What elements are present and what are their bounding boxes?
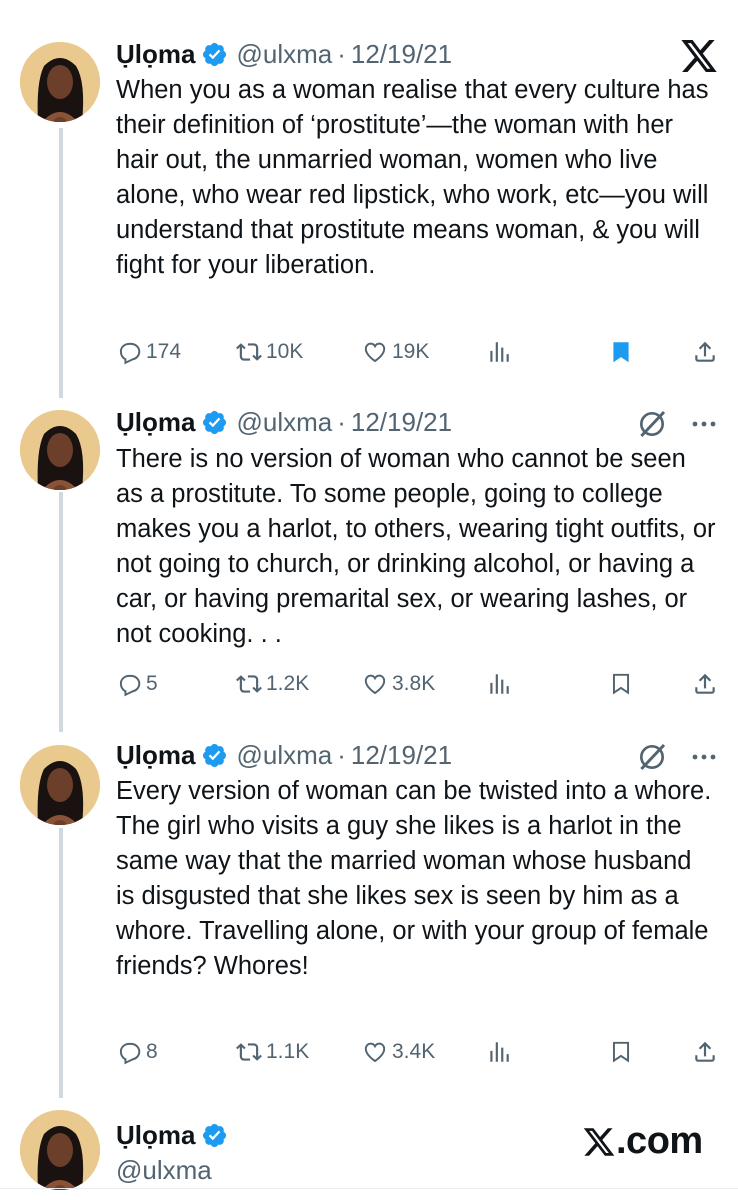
tweet-actions: 8 1.1K 3.4K <box>116 1036 722 1068</box>
author-name[interactable]: Ụlọma <box>116 39 195 70</box>
avatar[interactable] <box>20 410 100 490</box>
like-count: 19K <box>392 340 430 363</box>
tweet-date[interactable]: 12/19/21 <box>351 39 452 70</box>
repost-icon <box>236 675 262 693</box>
heart-icon <box>364 674 386 695</box>
share-icon <box>695 341 715 362</box>
tweet-text: There is no version of woman who cannot … <box>116 445 716 648</box>
repost-button[interactable]: 1.1K <box>236 1036 309 1068</box>
repost-button[interactable]: 10K <box>236 336 303 368</box>
views-icon <box>490 342 509 362</box>
separator-dot: · <box>337 38 346 69</box>
tweet-header: Ụlọma @ulxma · 12/19/21 <box>116 738 452 772</box>
repost-icon <box>236 1043 262 1061</box>
views-button[interactable] <box>486 336 516 368</box>
author-name[interactable]: Ụlọma <box>116 740 195 771</box>
bookmark-button[interactable] <box>608 668 638 700</box>
reply-count: 174 <box>146 340 182 363</box>
avatar[interactable] <box>20 745 100 825</box>
reply-count: 8 <box>146 1040 158 1063</box>
footer-author: Ụlọma <box>116 1120 236 1151</box>
reply-icon <box>119 674 141 697</box>
footer-avatar[interactable] <box>20 1110 100 1190</box>
share-button[interactable] <box>692 336 722 368</box>
x-logo-icon <box>583 1127 615 1156</box>
author-handle[interactable]: @ulxma <box>236 407 332 438</box>
bookmark-icon <box>612 1041 630 1063</box>
verified-badge-icon <box>203 743 227 767</box>
verified-badge-icon <box>203 1123 227 1148</box>
like-button[interactable]: 3.4K <box>362 1036 435 1068</box>
x-logo-icon[interactable] <box>679 38 719 74</box>
bookmark-button[interactable] <box>608 336 638 368</box>
reply-icon <box>119 1042 141 1065</box>
like-count: 3.4K <box>392 1040 436 1063</box>
x-com-brand[interactable]: .com <box>582 1120 703 1163</box>
repost-count: 1.2K <box>266 672 310 695</box>
heart-icon <box>364 342 386 363</box>
share-button[interactable] <box>692 668 722 700</box>
separator-dot: · <box>337 739 346 770</box>
tweet-text: Every version of woman can be twisted in… <box>116 777 712 980</box>
tweet-date[interactable]: 12/19/21 <box>351 740 452 771</box>
bookmark-icon <box>612 673 630 695</box>
views-button[interactable] <box>486 1036 516 1068</box>
tweet[interactable]: Ụlọma @ulxma · 12/19/21 Every version of… <box>0 735 738 1095</box>
tweet-header: Ụlọma @ulxma · 12/19/21 <box>116 405 452 439</box>
bookmark-filled-icon <box>613 342 629 363</box>
views-icon <box>490 674 509 694</box>
reply-button[interactable]: 174 <box>116 336 181 368</box>
repost-count: 10K <box>266 340 304 363</box>
verified-badge-icon <box>203 42 227 66</box>
grok-icon[interactable] <box>636 408 668 440</box>
like-button[interactable]: 19K <box>362 336 429 368</box>
share-button[interactable] <box>692 1036 722 1068</box>
bookmark-button[interactable] <box>608 1036 638 1068</box>
separator-dot: · <box>337 406 346 437</box>
tweet-actions: 5 1.2K 3.8K <box>116 668 722 700</box>
reply-icon <box>119 342 141 365</box>
views-button[interactable] <box>486 668 516 700</box>
tweet[interactable]: Ụlọma @ulxma · 12/19/21 When you as a wo… <box>0 0 738 400</box>
author-name[interactable]: Ụlọma <box>116 1120 195 1151</box>
verified-badge-icon <box>203 410 227 434</box>
reply-button[interactable]: 5 <box>116 668 158 700</box>
author-handle[interactable]: @ulxma <box>116 1155 212 1186</box>
avatar[interactable] <box>20 42 100 122</box>
reply-count: 5 <box>146 672 158 695</box>
tweet[interactable]: Ụlọma @ulxma · 12/19/21 There is no vers… <box>0 400 738 735</box>
share-icon <box>695 673 715 694</box>
repost-button[interactable]: 1.2K <box>236 668 309 700</box>
heart-icon <box>364 1042 386 1063</box>
views-icon <box>490 1042 509 1062</box>
repost-count: 1.1K <box>266 1040 310 1063</box>
tweet-actions: 174 10K 19K <box>116 336 722 368</box>
tweet-header: Ụlọma @ulxma · 12/19/21 <box>116 37 452 71</box>
author-name[interactable]: Ụlọma <box>116 407 195 438</box>
more-options-icon[interactable] <box>690 747 718 767</box>
author-handle[interactable]: @ulxma <box>236 39 332 70</box>
like-count: 3.8K <box>392 672 436 695</box>
share-icon <box>695 1041 715 1062</box>
tweet-date[interactable]: 12/19/21 <box>351 407 452 438</box>
tweet-text: When you as a woman realise that every c… <box>116 76 709 279</box>
like-button[interactable]: 3.8K <box>362 668 435 700</box>
more-options-icon[interactable] <box>690 414 718 434</box>
brand-text: .com <box>616 1120 703 1162</box>
repost-icon <box>236 343 262 361</box>
grok-icon[interactable] <box>636 741 668 773</box>
reply-button[interactable]: 8 <box>116 1036 158 1068</box>
divider <box>0 1188 738 1189</box>
author-handle[interactable]: @ulxma <box>236 740 332 771</box>
